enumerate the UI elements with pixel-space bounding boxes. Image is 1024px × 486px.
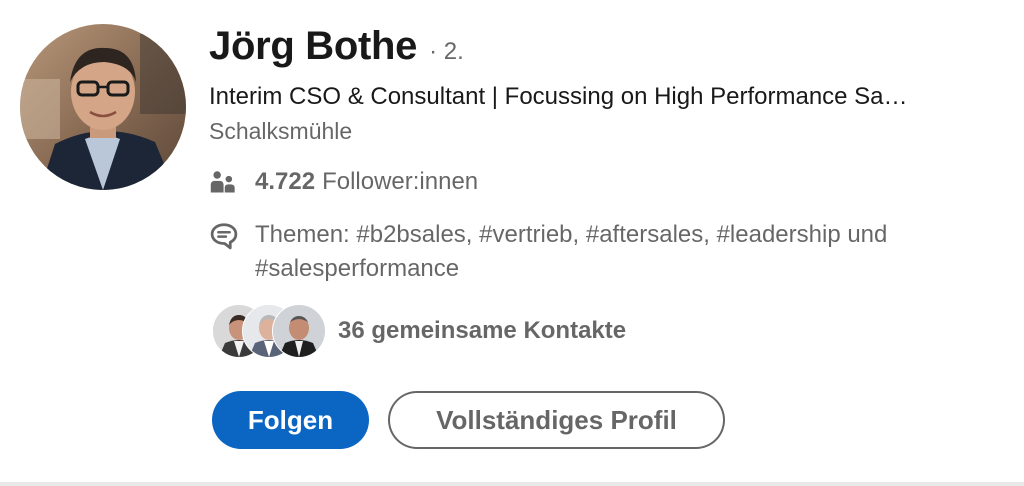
topics-row: Themen: #b2bsales, #vertrieb, #aftersale… (209, 218, 999, 286)
profile-photo (20, 24, 186, 190)
profile-card: Jörg Bothe · 2. Interim CSO & Consultant… (0, 0, 1024, 482)
followers-label: Follower:innen (322, 168, 479, 195)
connection-degree: · 2. (429, 38, 464, 65)
speech-bubble-icon (210, 223, 238, 250)
profile-topics: Themen: #b2bsales, #vertrieb, #aftersale… (255, 221, 888, 282)
profile-location: Schalksmühle (209, 118, 353, 144)
profile-avatar[interactable] (20, 24, 186, 190)
people-icon (210, 171, 235, 193)
mutual-avatar (272, 304, 326, 358)
followers-row: 4.722 Follower:innen (209, 166, 478, 198)
name-row: Jörg Bothe · 2. (209, 24, 464, 74)
profile-headline: Interim CSO & Consultant | Focussing on … (209, 83, 908, 110)
followers-count: 4.722 (255, 168, 316, 195)
mutual-avatars (212, 304, 326, 358)
mutual-connections-label[interactable]: 36 gemeinsame Kontakte (338, 317, 626, 345)
mutual-connections[interactable]: 36 gemeinsame Kontakte (212, 304, 626, 358)
card-divider (0, 482, 1024, 486)
full-profile-button[interactable]: Vollständiges Profil (388, 391, 725, 449)
follow-button[interactable]: Folgen (212, 391, 369, 449)
profile-name[interactable]: Jörg Bothe (209, 24, 417, 69)
